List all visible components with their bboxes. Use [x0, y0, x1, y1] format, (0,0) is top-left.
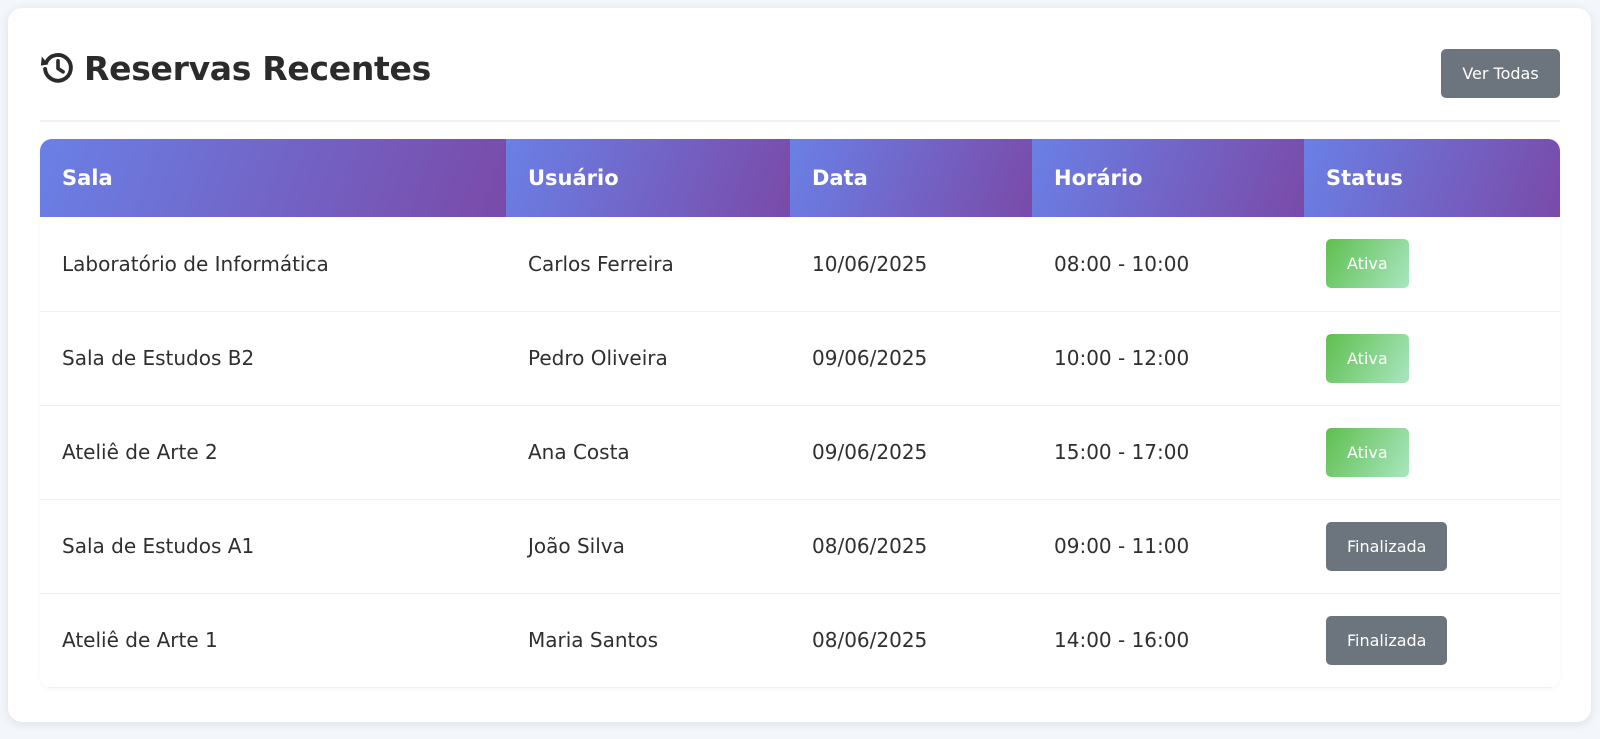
cell-status: Finalizada [1304, 593, 1560, 688]
cell-user: João Silva [506, 499, 790, 594]
cell-room: Sala de Estudos A1 [40, 499, 506, 594]
cell-room: Ateliê de Arte 1 [40, 593, 506, 688]
status-badge: Ativa [1326, 239, 1409, 289]
cell-date: 09/06/2025 [790, 405, 1032, 500]
status-badge: Finalizada [1326, 521, 1448, 571]
cell-status: Ativa [1304, 311, 1560, 406]
cell-room: Laboratório de Informática [40, 217, 506, 312]
cell-room: Sala de Estudos B2 [40, 311, 506, 406]
cell-user: Carlos Ferreira [506, 217, 790, 312]
table-row[interactable]: Ateliê de Arte 1 Maria Santos 08/06/2025… [40, 593, 1560, 688]
view-all-button[interactable]: Ver Todas [1441, 49, 1560, 98]
column-header-status[interactable]: Status [1304, 139, 1560, 217]
cell-time: 15:00 - 17:00 [1032, 405, 1304, 500]
cell-date: 09/06/2025 [790, 311, 1032, 406]
cell-user: Ana Costa [506, 405, 790, 500]
cell-time: 09:00 - 11:00 [1032, 499, 1304, 594]
cell-time: 08:00 - 10:00 [1032, 217, 1304, 312]
column-header-room[interactable]: Sala [40, 139, 506, 217]
cell-date: 08/06/2025 [790, 499, 1032, 594]
table-header-row: Sala Usuário Data Horário Status [40, 139, 1560, 217]
cell-status: Finalizada [1304, 499, 1560, 594]
reservations-table-wrap: Sala Usuário Data Horário Status Laborat… [40, 139, 1560, 688]
title-wrap: Reservas Recentes [40, 46, 431, 90]
table-row[interactable]: Sala de Estudos B2 Pedro Oliveira 09/06/… [40, 311, 1560, 406]
cell-time: 14:00 - 16:00 [1032, 593, 1304, 688]
recent-reservations-card: Reservas Recentes Ver Todas Sala Usuário… [8, 8, 1591, 722]
reservations-table: Sala Usuário Data Horário Status Laborat… [40, 139, 1560, 688]
table-row[interactable]: Laboratório de Informática Carlos Ferrei… [40, 217, 1560, 312]
cell-date: 08/06/2025 [790, 593, 1032, 688]
card-header: Reservas Recentes Ver Todas [40, 40, 1560, 122]
page-title: Reservas Recentes [84, 48, 431, 88]
history-icon [40, 52, 73, 83]
cell-date: 10/06/2025 [790, 217, 1032, 312]
cell-time: 10:00 - 12:00 [1032, 311, 1304, 406]
cell-status: Ativa [1304, 405, 1560, 500]
table-row[interactable]: Sala de Estudos A1 João Silva 08/06/2025… [40, 499, 1560, 594]
column-header-user[interactable]: Usuário [506, 139, 790, 217]
status-badge: Ativa [1326, 427, 1409, 477]
status-badge: Finalizada [1326, 615, 1448, 665]
cell-user: Maria Santos [506, 593, 790, 688]
cell-status: Ativa [1304, 217, 1560, 312]
table-row[interactable]: Ateliê de Arte 2 Ana Costa 09/06/2025 15… [40, 405, 1560, 500]
status-badge: Ativa [1326, 333, 1409, 383]
cell-room: Ateliê de Arte 2 [40, 405, 506, 500]
cell-user: Pedro Oliveira [506, 311, 790, 406]
column-header-date[interactable]: Data [790, 139, 1032, 217]
column-header-time[interactable]: Horário [1032, 139, 1304, 217]
